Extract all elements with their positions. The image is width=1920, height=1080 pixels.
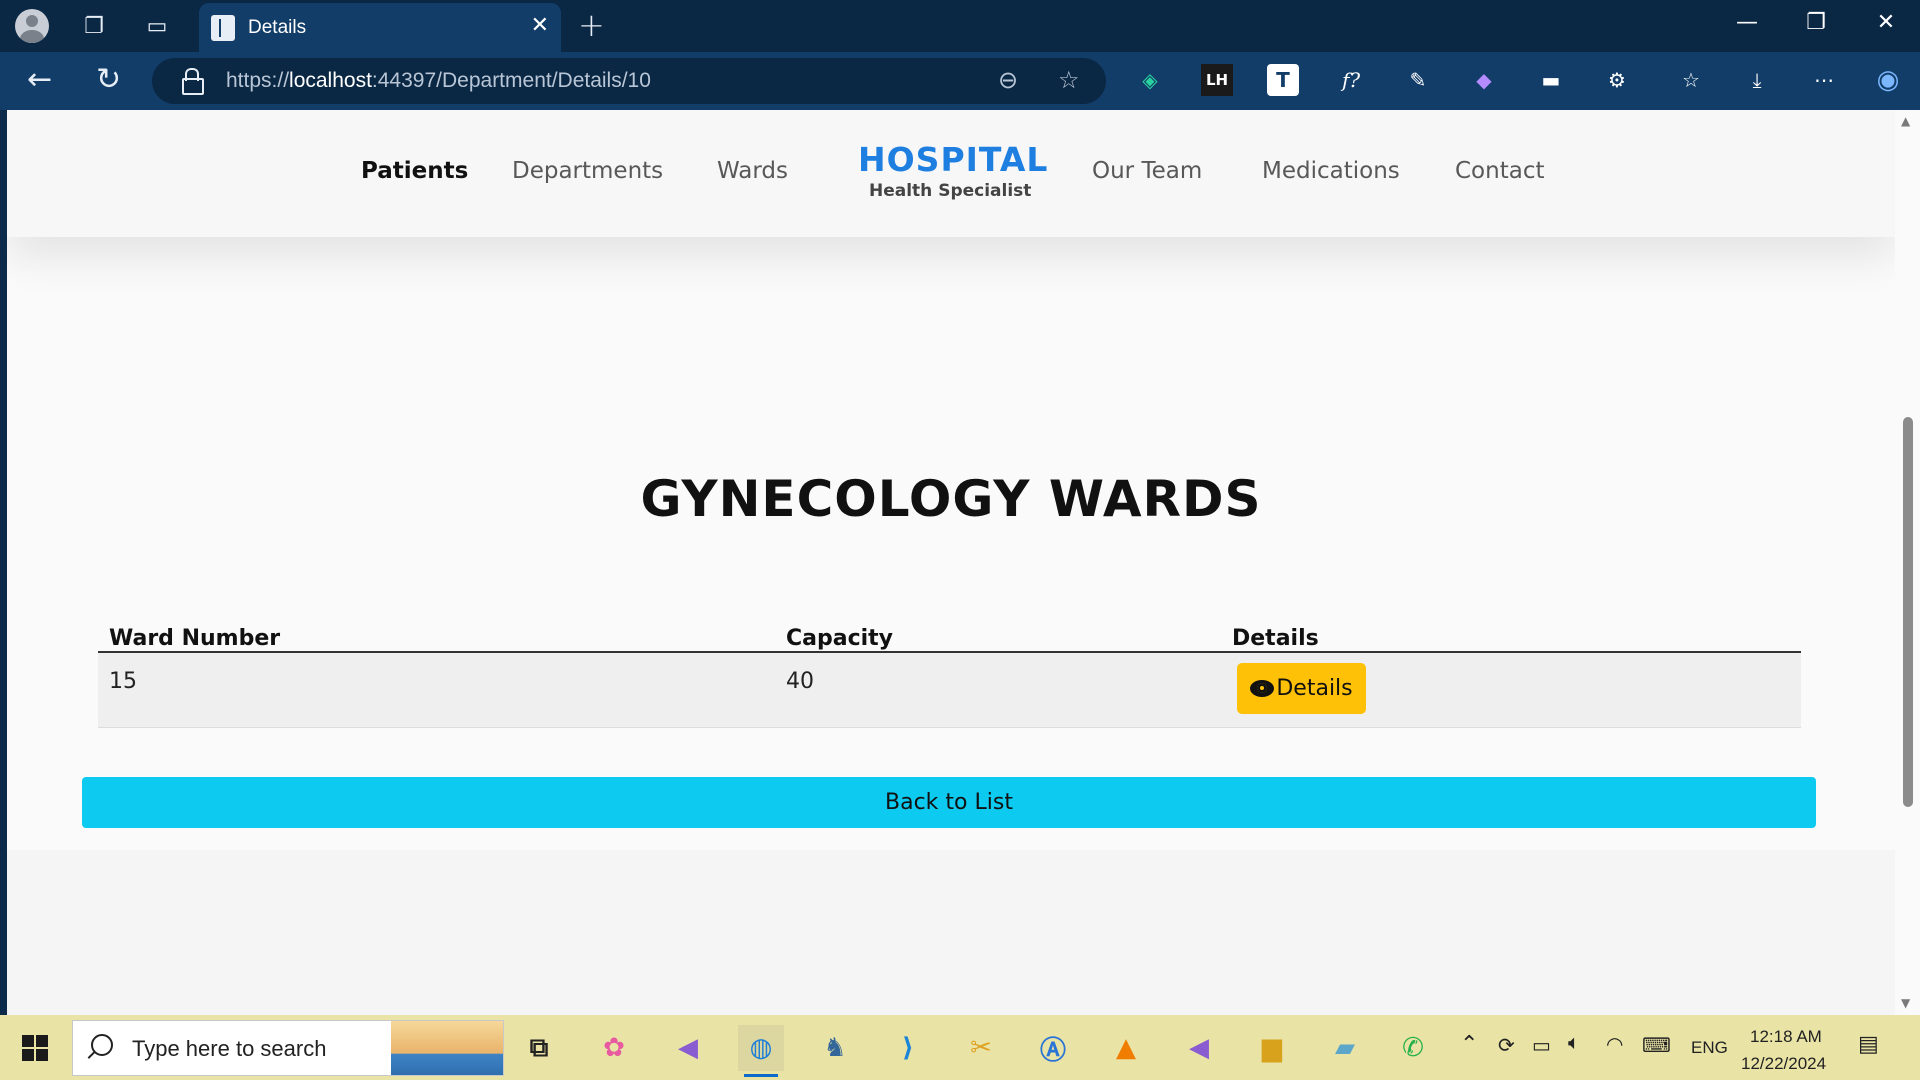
- scroll-down-arrow-icon[interactable]: ▼: [1901, 996, 1910, 1010]
- visual-studio-preview-icon[interactable]: ◀: [1176, 1025, 1222, 1071]
- more-menu-icon[interactable]: ⋯: [1808, 64, 1840, 96]
- scroll-up-arrow-icon[interactable]: ▲: [1901, 114, 1910, 128]
- header-capacity: Capacity: [786, 626, 894, 651]
- extension-font-icon[interactable]: f?: [1335, 64, 1367, 96]
- page-scrollbar[interactable]: ▲ ▼: [1895, 110, 1920, 1015]
- edge-browser-icon[interactable]: ◍: [738, 1025, 784, 1077]
- favorites-icon[interactable]: ☆: [1675, 64, 1707, 96]
- table-header: Ward Number Capacity Details: [98, 608, 1801, 653]
- color-picker-icon[interactable]: ✎: [1402, 64, 1434, 96]
- url-text[interactable]: https://localhost:44397/Department/Detai…: [226, 69, 651, 93]
- browser-toolbar: ← ↻ https://localhost:44397/Department/D…: [0, 52, 1920, 110]
- pgadmin-icon[interactable]: ♞: [812, 1025, 858, 1071]
- profile-avatar-icon[interactable]: [15, 9, 49, 43]
- extension-green-icon[interactable]: ◈: [1134, 64, 1166, 96]
- refresh-icon[interactable]: ↻: [96, 62, 121, 97]
- wards-table: Ward Number Capacity Details 15 40 Detai…: [98, 608, 1801, 728]
- extension-screen-icon[interactable]: ▬: [1535, 64, 1567, 96]
- extension-t-icon[interactable]: T: [1267, 64, 1299, 96]
- downloads-icon[interactable]: ⤓: [1741, 64, 1773, 96]
- page-viewport: Patients Departments Wards HOSPITAL Heal…: [7, 110, 1895, 1015]
- notifications-icon[interactable]: ▤: [1858, 1031, 1879, 1057]
- footer-area: [7, 850, 1895, 1015]
- header-details: Details: [1232, 626, 1319, 651]
- show-hidden-icons-icon[interactable]: ⌃: [1460, 1031, 1478, 1057]
- clock-date[interactable]: 12/22/2024: [1741, 1054, 1826, 1074]
- minimize-icon[interactable]: —: [1727, 10, 1767, 35]
- tab-actions-icon[interactable]: ▭: [140, 9, 174, 43]
- clock-time[interactable]: 12:18 AM: [1750, 1027, 1822, 1047]
- app-store-icon[interactable]: Ⓐ: [1030, 1025, 1076, 1071]
- windows-start-icon[interactable]: [22, 1035, 48, 1061]
- nav-medications[interactable]: Medications: [1262, 158, 1400, 184]
- eye-icon: [1250, 680, 1275, 697]
- details-button[interactable]: Details: [1237, 663, 1366, 714]
- extension-lh-icon[interactable]: LH: [1201, 64, 1233, 96]
- tools-app-icon[interactable]: ✂: [958, 1025, 1004, 1071]
- nav-departments[interactable]: Departments: [512, 158, 663, 184]
- extension-purple-icon[interactable]: ◆: [1468, 64, 1500, 96]
- extensions-puzzle-icon[interactable]: ⚙: [1601, 64, 1633, 96]
- brand-title[interactable]: HOSPITAL: [858, 140, 1048, 179]
- visual-studio-icon[interactable]: ◀: [665, 1025, 711, 1071]
- touch-keyboard-icon[interactable]: ⌨: [1642, 1033, 1671, 1058]
- input-language[interactable]: ENG: [1691, 1038, 1728, 1058]
- details-button-label: Details: [1276, 676, 1353, 701]
- sync-status-icon[interactable]: ⟳: [1498, 1033, 1515, 1058]
- back-to-list-button[interactable]: Back to List: [82, 777, 1816, 828]
- cell-ward-number: 15: [109, 669, 137, 694]
- notepad-app-icon[interactable]: ▰: [1322, 1025, 1368, 1071]
- page-title: GYNECOLOGY WARDS: [640, 470, 1262, 528]
- tab-details[interactable]: Details ✕: [199, 3, 561, 52]
- whatsapp-icon[interactable]: ✆: [1390, 1025, 1436, 1071]
- search-highlight-image: [391, 1021, 503, 1075]
- back-arrow-icon[interactable]: ←: [27, 62, 52, 97]
- window-close-icon[interactable]: ✕: [1866, 10, 1906, 35]
- tab-close-icon[interactable]: ✕: [531, 13, 549, 38]
- nav-wards[interactable]: Wards: [717, 158, 788, 184]
- search-icon: [91, 1034, 113, 1056]
- header-ward-number: Ward Number: [109, 626, 281, 651]
- vscode-icon[interactable]: ⟩: [885, 1025, 931, 1071]
- tab-title: Details: [248, 17, 307, 38]
- back-to-list-label: Back to List: [885, 790, 1013, 815]
- brand-subtitle: Health Specialist: [869, 181, 1032, 201]
- volume-icon[interactable]: 🔈︎: [1568, 1032, 1580, 1055]
- taskbar-search-box[interactable]: Type here to search: [72, 1020, 504, 1076]
- task-view-icon[interactable]: ⧉: [516, 1025, 562, 1071]
- zoom-out-icon[interactable]: ⊖: [998, 66, 1018, 94]
- browser-tab-strip: ❐ ▭ Details ✕ + — ❐ ✕: [0, 0, 1920, 52]
- new-tab-plus-icon[interactable]: +: [578, 6, 605, 44]
- nav-patients[interactable]: Patients: [361, 158, 468, 184]
- nav-our-team[interactable]: Our Team: [1092, 158, 1202, 184]
- windows-taskbar: Type here to search ⧉ ✿ ◀ ◍ ♞ ⟩ ✂ Ⓐ ▲ ◀ …: [0, 1015, 1920, 1080]
- battery-icon[interactable]: ▭: [1532, 1033, 1551, 1058]
- taskbar-search-placeholder[interactable]: Type here to search: [132, 1036, 326, 1062]
- nav-contact[interactable]: Contact: [1455, 158, 1544, 184]
- file-explorer-icon[interactable]: ▆: [1249, 1025, 1295, 1071]
- scrollbar-thumb[interactable]: [1903, 417, 1913, 807]
- wifi-icon[interactable]: ◠: [1606, 1032, 1623, 1057]
- workspaces-icon[interactable]: ❐: [77, 9, 111, 43]
- page-favicon-icon: [211, 15, 235, 41]
- copilot-icon[interactable]: ◉: [1872, 64, 1904, 96]
- site-header: Patients Departments Wards HOSPITAL Heal…: [7, 110, 1895, 237]
- copilot-app-icon[interactable]: ✿: [591, 1025, 637, 1071]
- table-row: 15 40 Details: [98, 653, 1801, 728]
- favorite-star-icon[interactable]: ☆: [1058, 66, 1080, 94]
- restore-icon[interactable]: ❐: [1796, 10, 1836, 35]
- lock-icon[interactable]: [182, 68, 204, 95]
- cell-capacity: 40: [786, 669, 814, 694]
- vlc-icon[interactable]: ▲: [1103, 1025, 1149, 1071]
- address-bar[interactable]: https://localhost:44397/Department/Detai…: [152, 58, 1106, 104]
